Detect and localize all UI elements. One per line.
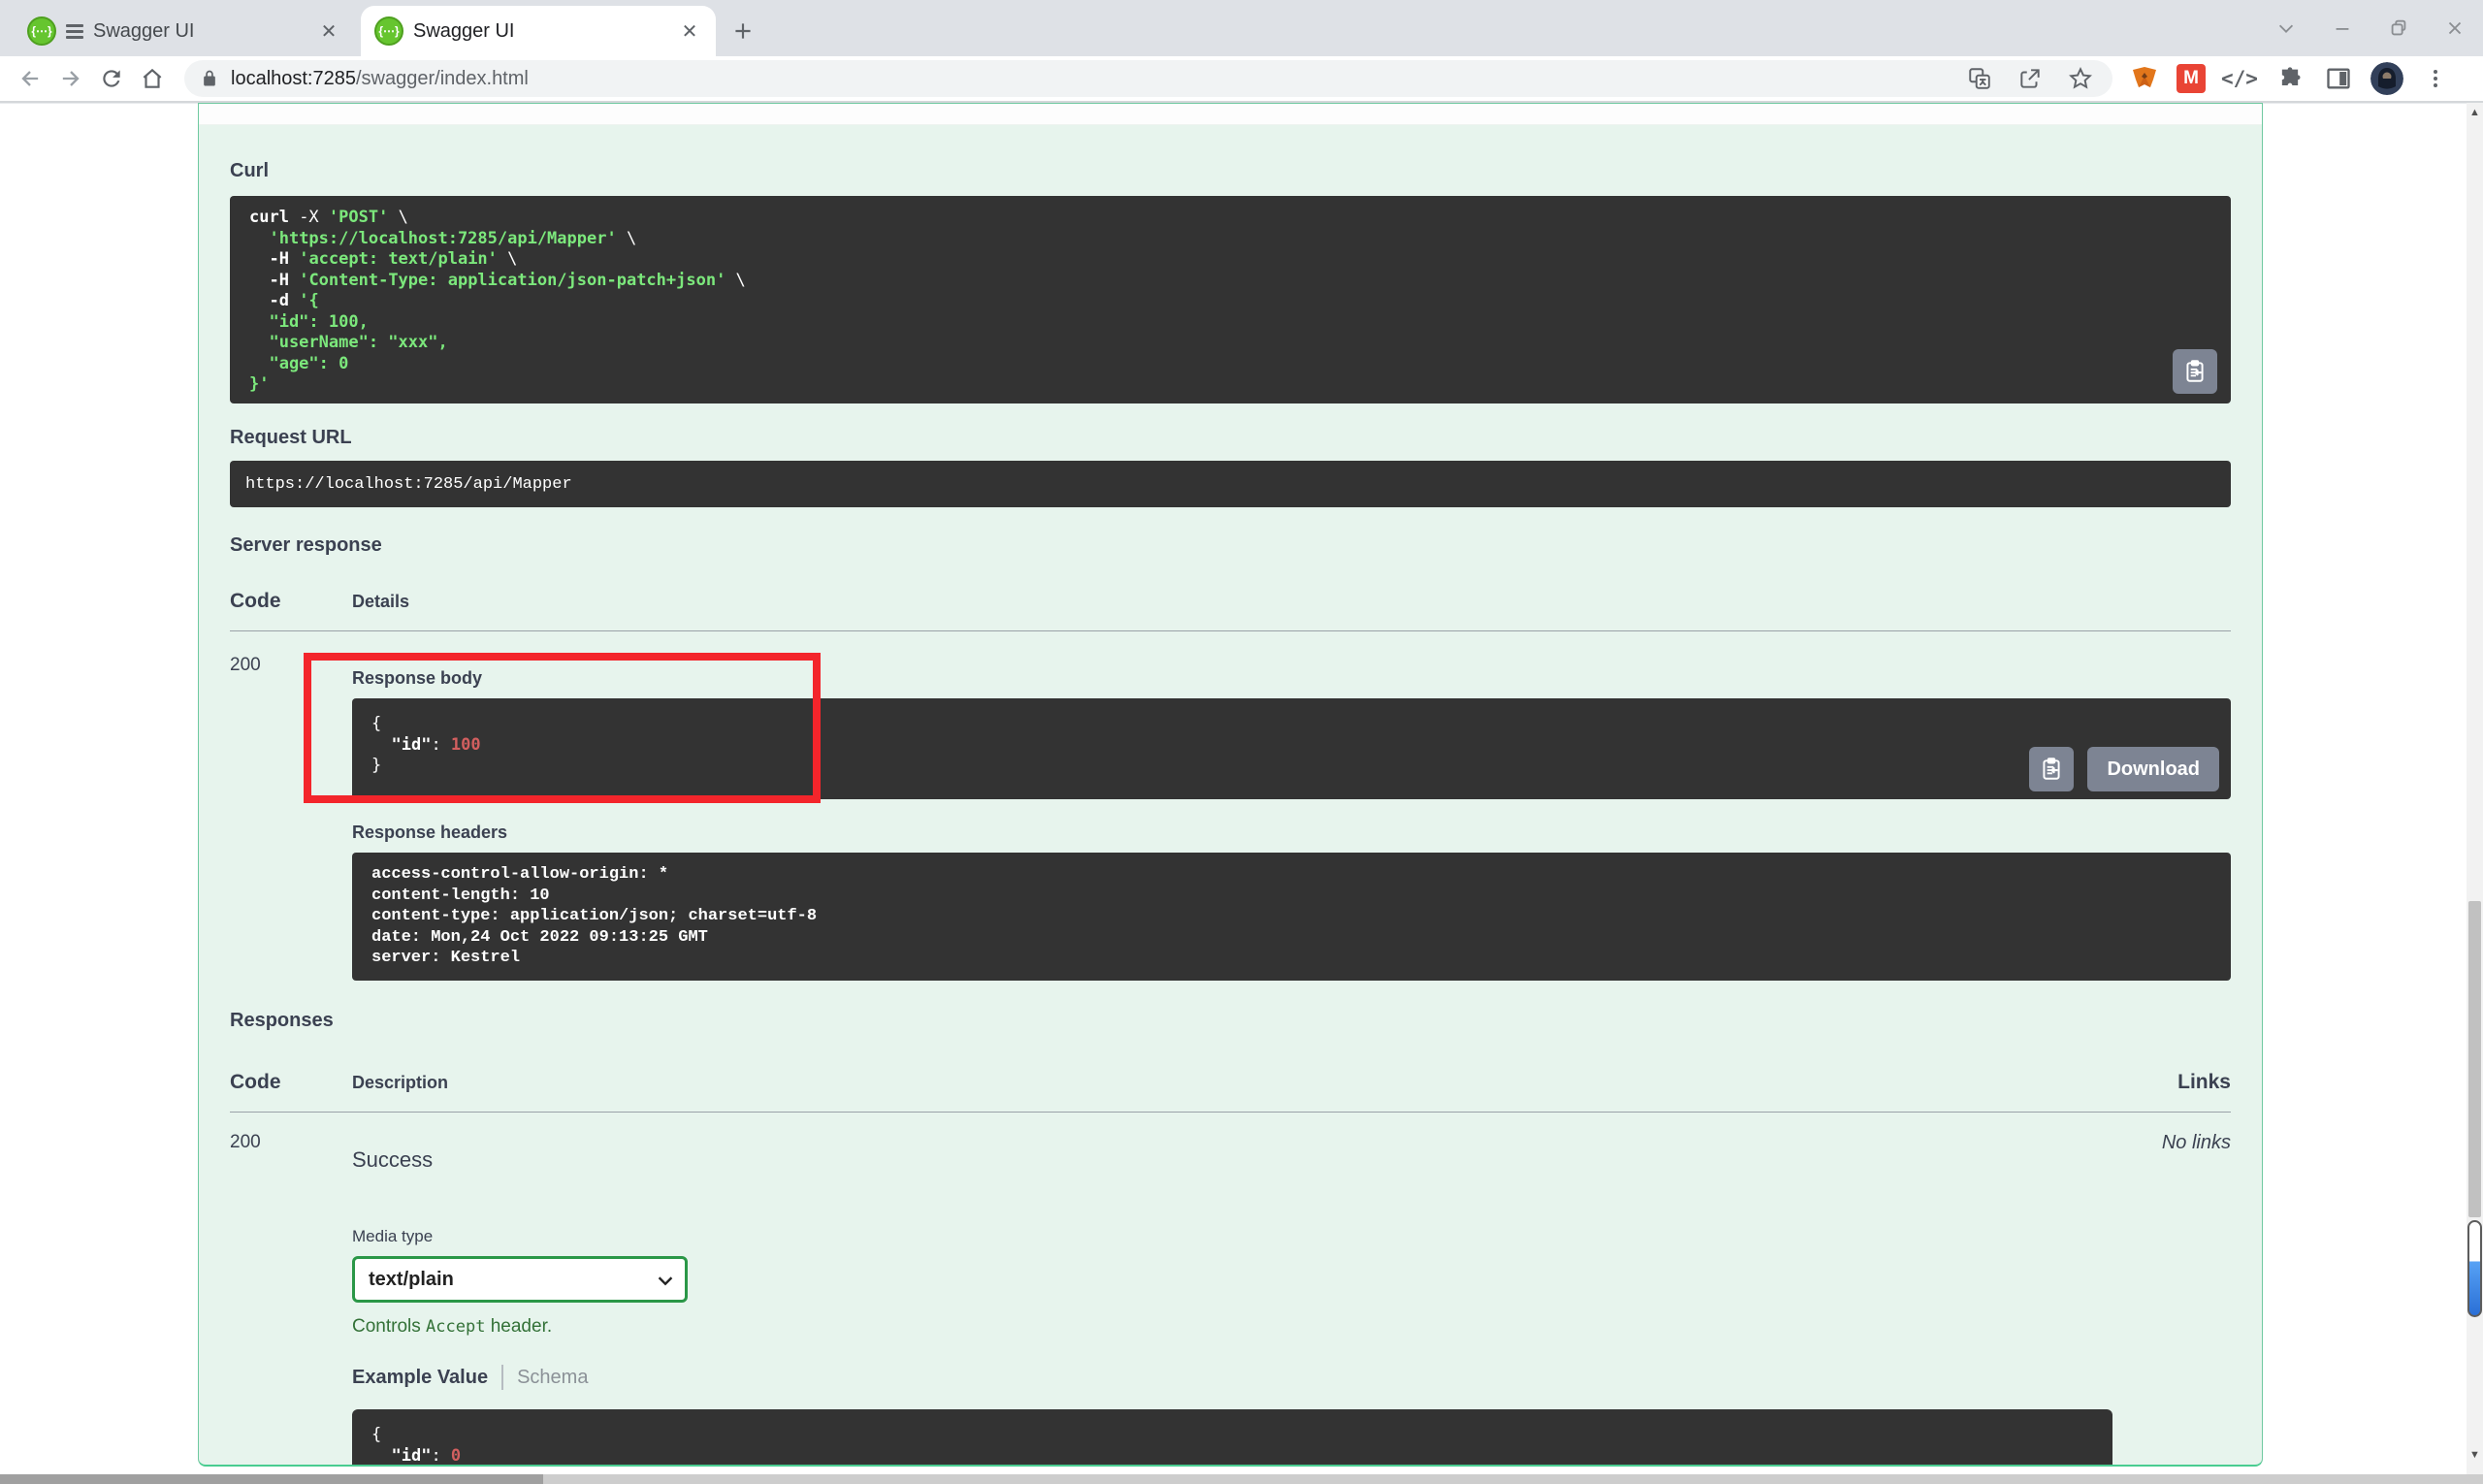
- request-url-value: https://localhost:7285/api/Mapper: [230, 461, 2231, 507]
- new-tab-button[interactable]: [724, 12, 762, 50]
- reload-button[interactable]: [91, 58, 132, 99]
- forward-button[interactable]: [50, 58, 91, 99]
- tab-swagger-ui-2[interactable]: {⋯} Swagger UI ✕: [361, 6, 716, 56]
- svg-text:{⋯}: {⋯}: [31, 24, 52, 38]
- tab-example-value[interactable]: Example Value: [352, 1367, 488, 1389]
- curl-label: Curl: [230, 160, 2231, 182]
- response-body-label: Response body: [352, 668, 2231, 689]
- share-icon[interactable]: [2014, 62, 2047, 95]
- tab-swagger-ui-1[interactable]: {⋯} Swagger UI ✕: [14, 6, 355, 56]
- tab-menu-icon: [66, 21, 83, 42]
- gmail-extension-icon[interactable]: M: [2177, 64, 2206, 93]
- response-headers-label: Response headers: [352, 823, 2231, 843]
- responses-description-header: Description: [352, 1073, 2177, 1093]
- status-code: 200: [230, 655, 352, 981]
- swagger-favicon: {⋯}: [374, 16, 403, 46]
- copy-to-clipboard-button[interactable]: [2029, 747, 2074, 791]
- scroll-up-arrow[interactable]: ▲: [2467, 105, 2483, 120]
- svg-text:{⋯}: {⋯}: [378, 24, 400, 38]
- table-divider: [230, 1112, 2231, 1113]
- scrollbar-thumb[interactable]: [2468, 901, 2481, 1217]
- responses-row: 200 Success Media type text/plain Contro…: [230, 1132, 2231, 1467]
- response-headers-block: access-control-allow-origin: *content-le…: [352, 853, 2231, 981]
- controls-accept-hint: Controls Accept header.: [352, 1316, 2162, 1338]
- restore-button[interactable]: [2370, 0, 2427, 56]
- curl-code-block[interactable]: curl -X 'POST' \ 'https://localhost:7285…: [230, 196, 2231, 403]
- tab-title: Swagger UI: [413, 20, 677, 43]
- window-controls: [2258, 0, 2483, 56]
- response-body-code-block[interactable]: { "id": 100}Download: [352, 698, 2231, 799]
- copy-to-clipboard-button[interactable]: [2173, 349, 2217, 394]
- table-divider: [230, 630, 2231, 631]
- response-code: 200: [230, 1132, 352, 1467]
- side-panel-icon[interactable]: [2322, 62, 2355, 95]
- metamask-extension-icon[interactable]: [2128, 62, 2161, 95]
- browser-tab-bar: {⋯} Swagger UI ✕ {⋯} Swagger UI ✕: [0, 0, 2483, 56]
- tab-close-icon[interactable]: ✕: [316, 18, 341, 44]
- minimize-button[interactable]: [2314, 0, 2370, 56]
- response-links: No links: [2162, 1132, 2231, 1467]
- scroll-indicator-pill[interactable]: [2467, 1220, 2482, 1317]
- lock-icon: [200, 69, 219, 88]
- responses-links-header: Links: [2177, 1071, 2231, 1094]
- profile-avatar[interactable]: [2370, 62, 2403, 95]
- devtools-extension-icon[interactable]: </>: [2221, 67, 2258, 90]
- vertical-scrollbar[interactable]: ▲ ▼: [2467, 103, 2483, 1474]
- media-type-label: Media type: [352, 1227, 2162, 1246]
- scroll-down-arrow[interactable]: ▼: [2467, 1447, 2483, 1463]
- swagger-opblock-panel: Curl curl -X 'POST' \ 'https://localhost…: [198, 103, 2263, 1467]
- details-column-header: Details: [352, 592, 409, 612]
- url-text: localhost:7285/swagger/index.html: [231, 68, 1963, 90]
- responses-label: Responses: [230, 1010, 2231, 1032]
- close-window-button[interactable]: [2427, 0, 2483, 56]
- server-response-label: Server response: [230, 534, 2231, 557]
- home-button[interactable]: [132, 58, 173, 99]
- address-bar[interactable]: localhost:7285/swagger/index.html: [184, 60, 2112, 97]
- extensions-puzzle-icon[interactable]: [2273, 62, 2306, 95]
- responses-code-header: Code: [230, 1071, 352, 1094]
- swagger-favicon: {⋯}: [27, 16, 56, 46]
- response-description: Success: [352, 1147, 2162, 1173]
- tab-close-icon[interactable]: ✕: [677, 18, 702, 44]
- code-column-header: Code: [230, 590, 352, 613]
- request-url-label: Request URL: [230, 427, 2231, 449]
- kebab-menu-icon[interactable]: [2419, 62, 2452, 95]
- tab-search-chevron-icon[interactable]: [2258, 0, 2314, 56]
- panel-top-strip: [199, 104, 2262, 125]
- browser-toolbar: localhost:7285/swagger/index.html M </>: [0, 56, 2483, 103]
- download-button[interactable]: Download: [2087, 747, 2219, 791]
- media-type-select[interactable]: text/plain: [352, 1256, 688, 1303]
- extensions-area: M </>: [2128, 62, 2452, 95]
- back-button[interactable]: [10, 58, 50, 99]
- tab-title: Swagger UI: [93, 20, 316, 43]
- tab-schema[interactable]: Schema: [517, 1367, 588, 1389]
- example-value-code-block[interactable]: { "id": 0}: [352, 1409, 2112, 1467]
- horizontal-scrollbar-thumb[interactable]: [0, 1474, 543, 1484]
- tab-separator: [501, 1365, 503, 1390]
- server-response-row: 200 Response body { "id": 100}Download R…: [230, 655, 2231, 981]
- horizontal-scrollbar[interactable]: [0, 1474, 2483, 1484]
- translate-icon[interactable]: [1963, 62, 1996, 95]
- bookmark-star-icon[interactable]: [2064, 62, 2097, 95]
